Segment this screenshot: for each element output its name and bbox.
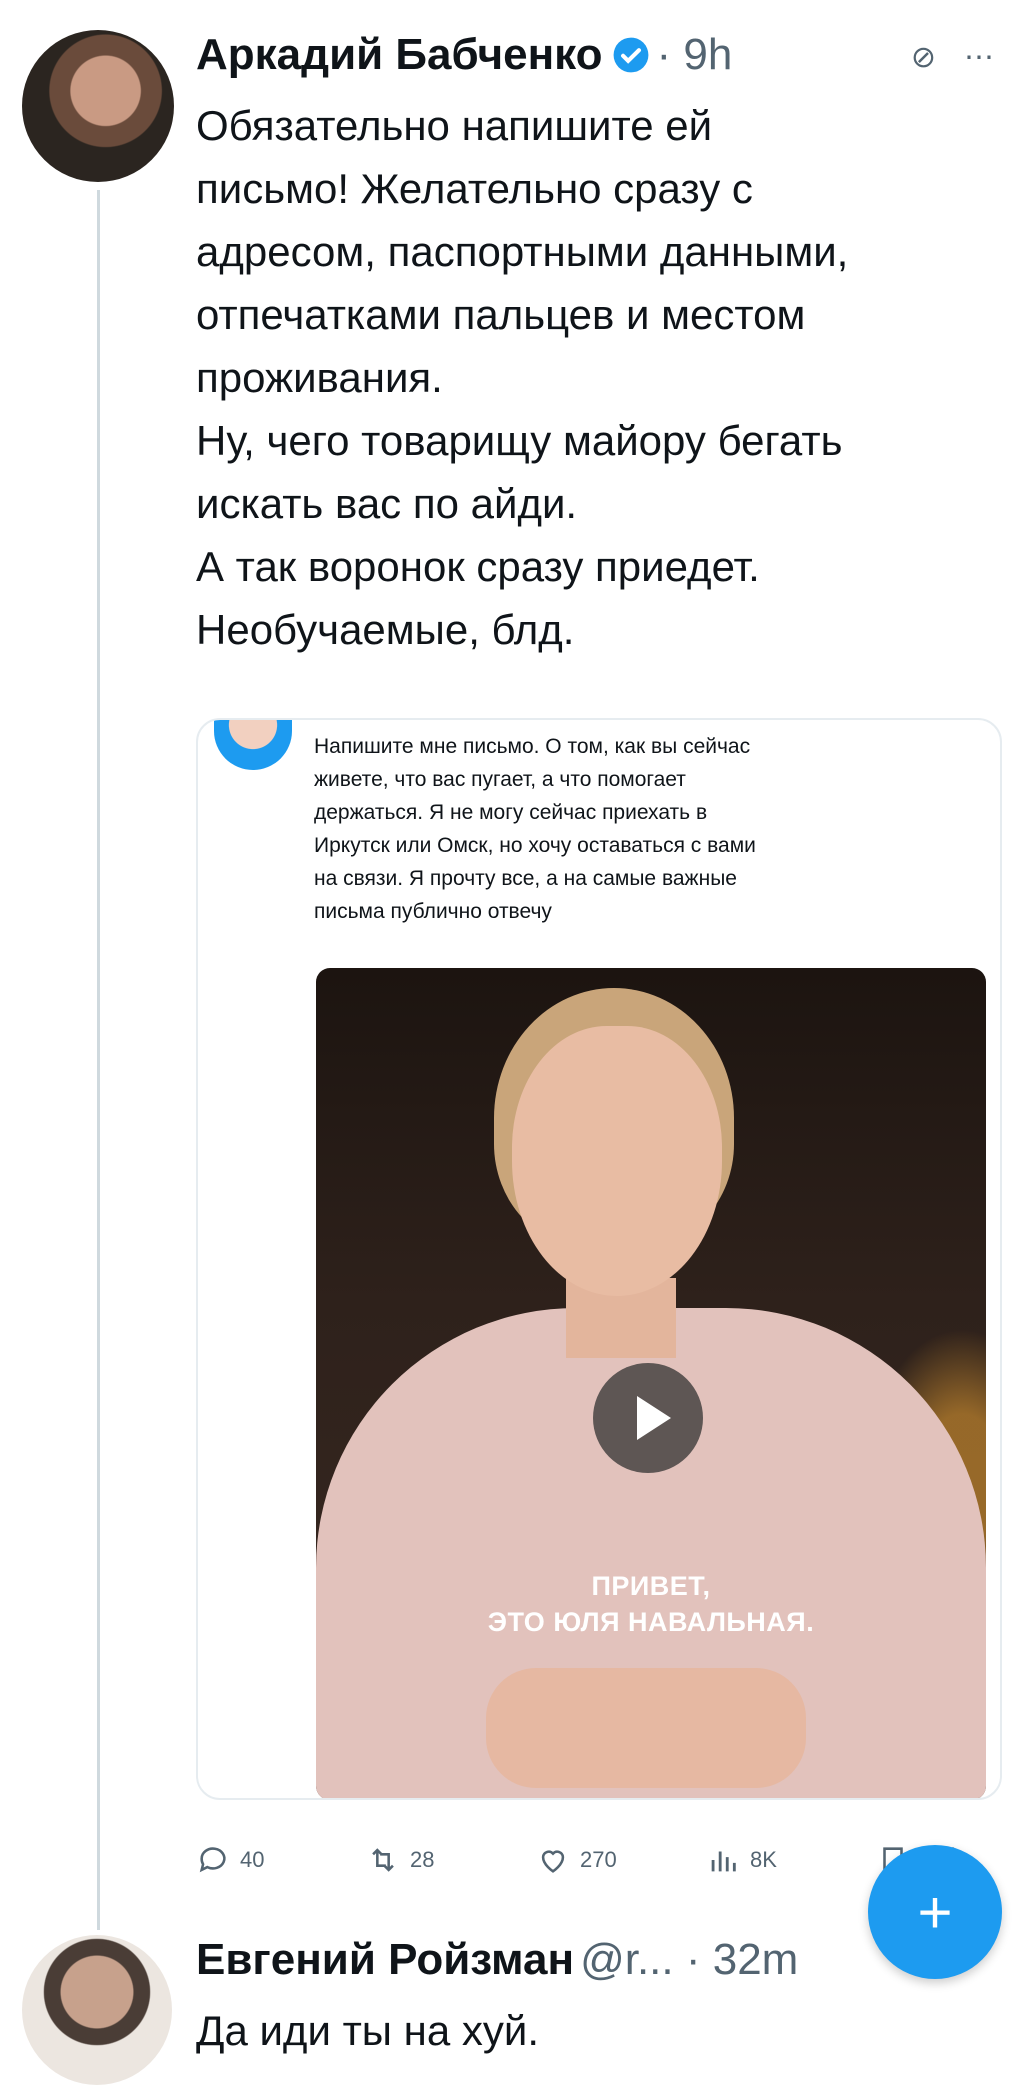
reply-icon — [199, 1847, 226, 1873]
more-icon[interactable]: ⋯ — [964, 40, 994, 75]
views-button[interactable]: 8K — [706, 1843, 876, 1877]
video-thumbnail[interactable]: ПРИВЕТ, ЭТО ЮЛЯ НАВАЛЬНАЯ. — [316, 968, 986, 1798]
tweet-header: Аркадий Бабченко · 9h — [196, 20, 1004, 90]
video-caption: ПРИВЕТ, ЭТО ЮЛЯ НАВАЛЬНАЯ. — [316, 1568, 986, 1640]
caption-line-2: ЭТО ЮЛЯ НАВАЛЬНАЯ. — [487, 1607, 815, 1637]
like-icon — [541, 1850, 565, 1873]
reply-count: 40 — [240, 1847, 265, 1872]
caption-line-1: ПРИВЕТ, — [591, 1571, 711, 1601]
play-icon[interactable] — [593, 1363, 703, 1473]
retweet-icon — [372, 1848, 394, 1872]
tweet-header: Евгений Ройзман @r... · 32m — [196, 1925, 1004, 1995]
handle-timestamp[interactable]: @r... · 32m — [580, 1935, 798, 1985]
thread-connector-line — [97, 190, 100, 1930]
grok-icon[interactable]: ⊘ — [911, 40, 936, 75]
tweet-text: Обязательно напишите ей письмо! Желатель… — [196, 102, 849, 653]
quoted-avatar[interactable] — [214, 720, 292, 770]
timestamp[interactable]: · 9h — [656, 30, 732, 80]
avatar[interactable] — [22, 30, 174, 182]
tweet[interactable]: Евгений Ройзман @r... · 32m Да иди ты на… — [196, 1925, 1004, 2062]
views-count: 8K — [750, 1847, 777, 1872]
verified-icon — [614, 37, 649, 73]
quoted-tweet-card[interactable]: Напишите мне письмо. О том, как вы сейча… — [196, 718, 1002, 1800]
like-button[interactable]: 270 — [536, 1843, 706, 1877]
like-count: 270 — [580, 1847, 617, 1872]
author-name[interactable]: Аркадий Бабченко — [196, 30, 602, 80]
tweet-text: Да иди ты на хуй. — [196, 2007, 540, 2054]
avatar[interactable] — [22, 1935, 172, 2085]
author-name[interactable]: Евгений Ройзман — [196, 1935, 574, 1985]
views-icon — [711, 1851, 736, 1872]
reply-button[interactable]: 40 — [196, 1843, 366, 1877]
quoted-tweet-text: Напишите мне письмо. О том, как вы сейча… — [314, 735, 756, 923]
retweet-button[interactable]: 28 — [366, 1843, 536, 1877]
retweet-count: 28 — [410, 1847, 435, 1872]
video-figure-face — [512, 1026, 722, 1296]
tweet[interactable]: Аркадий Бабченко · 9h ⊘ ⋯ Обязательно на… — [196, 20, 1004, 661]
video-figure-hands — [486, 1668, 806, 1788]
header-actions: ⊘ ⋯ — [911, 40, 994, 75]
